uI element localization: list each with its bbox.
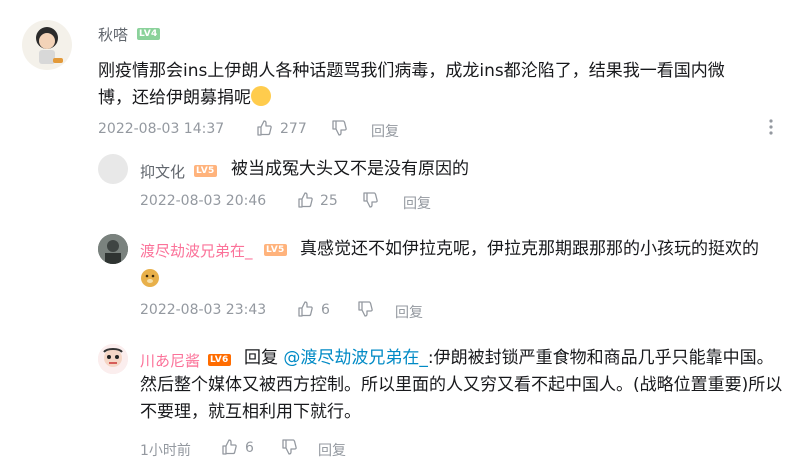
like-count: 277 xyxy=(280,121,307,137)
thumb-up-icon[interactable] xyxy=(221,439,237,459)
avatar[interactable] xyxy=(22,20,72,70)
level-badge: LV5 xyxy=(194,165,217,177)
reply-prefix: 回复 xyxy=(244,348,278,368)
reply-button[interactable]: 回复 xyxy=(403,193,431,213)
doge-emoji-icon xyxy=(140,268,160,292)
comment-text: 被当成冤大头又不是没有原因的 xyxy=(231,159,469,179)
like-count: 6 xyxy=(321,302,330,318)
thumb-up-icon[interactable] xyxy=(297,301,313,321)
level-badge: LV4 xyxy=(137,28,160,40)
thumb-down-icon[interactable] xyxy=(281,439,297,459)
thumb-up-icon[interactable] xyxy=(256,120,272,140)
username[interactable]: 秋嗒 xyxy=(98,24,128,45)
avatar[interactable] xyxy=(98,234,128,264)
like-count: 25 xyxy=(320,193,338,209)
thumb-down-icon[interactable] xyxy=(331,120,347,140)
reply-button[interactable]: 回复 xyxy=(395,302,423,322)
comment-text: 回复 @渡尽劫波兄弟在_:伊朗被封锁严重食物和商品几乎只能靠中国。然后整个媒体又… xyxy=(140,348,783,422)
reply-button[interactable]: 回复 xyxy=(371,121,399,141)
mention-link[interactable]: @渡尽劫波兄弟在_ xyxy=(283,348,428,368)
reply-button[interactable]: 回复 xyxy=(318,440,346,460)
avatar-cartoon-icon xyxy=(98,344,128,374)
level-badge: LV5 xyxy=(264,244,287,256)
emoji-icon xyxy=(251,86,271,106)
timestamp: 2022-08-03 14:37 xyxy=(98,121,225,137)
comment-text: 真感觉还不如伊拉克呢，伊拉克那期跟那那的小孩玩的挺欢的 xyxy=(300,239,759,259)
username[interactable]: 抑文化 xyxy=(140,161,185,182)
like-count: 6 xyxy=(245,440,254,456)
more-vertical-icon[interactable] xyxy=(768,118,774,140)
timestamp: 2022-08-03 23:43 xyxy=(140,302,267,318)
avatar-photo-icon xyxy=(98,234,128,264)
username[interactable]: 渡尽劫波兄弟在_ xyxy=(140,240,253,261)
avatar-chibi-icon xyxy=(36,27,63,64)
thumb-up-icon[interactable] xyxy=(297,192,313,212)
avatar[interactable] xyxy=(98,344,128,374)
thumb-down-icon[interactable] xyxy=(357,301,373,321)
timestamp: 1小时前 xyxy=(140,443,191,459)
thumb-down-icon[interactable] xyxy=(362,192,378,212)
timestamp: 2022-08-03 20:46 xyxy=(140,193,267,209)
avatar[interactable] xyxy=(98,154,128,184)
comment-text: 刚疫情那会ins上伊朗人各种话题骂我们病毒，成龙ins都沦陷了，结果我一看国内微… xyxy=(98,61,725,108)
